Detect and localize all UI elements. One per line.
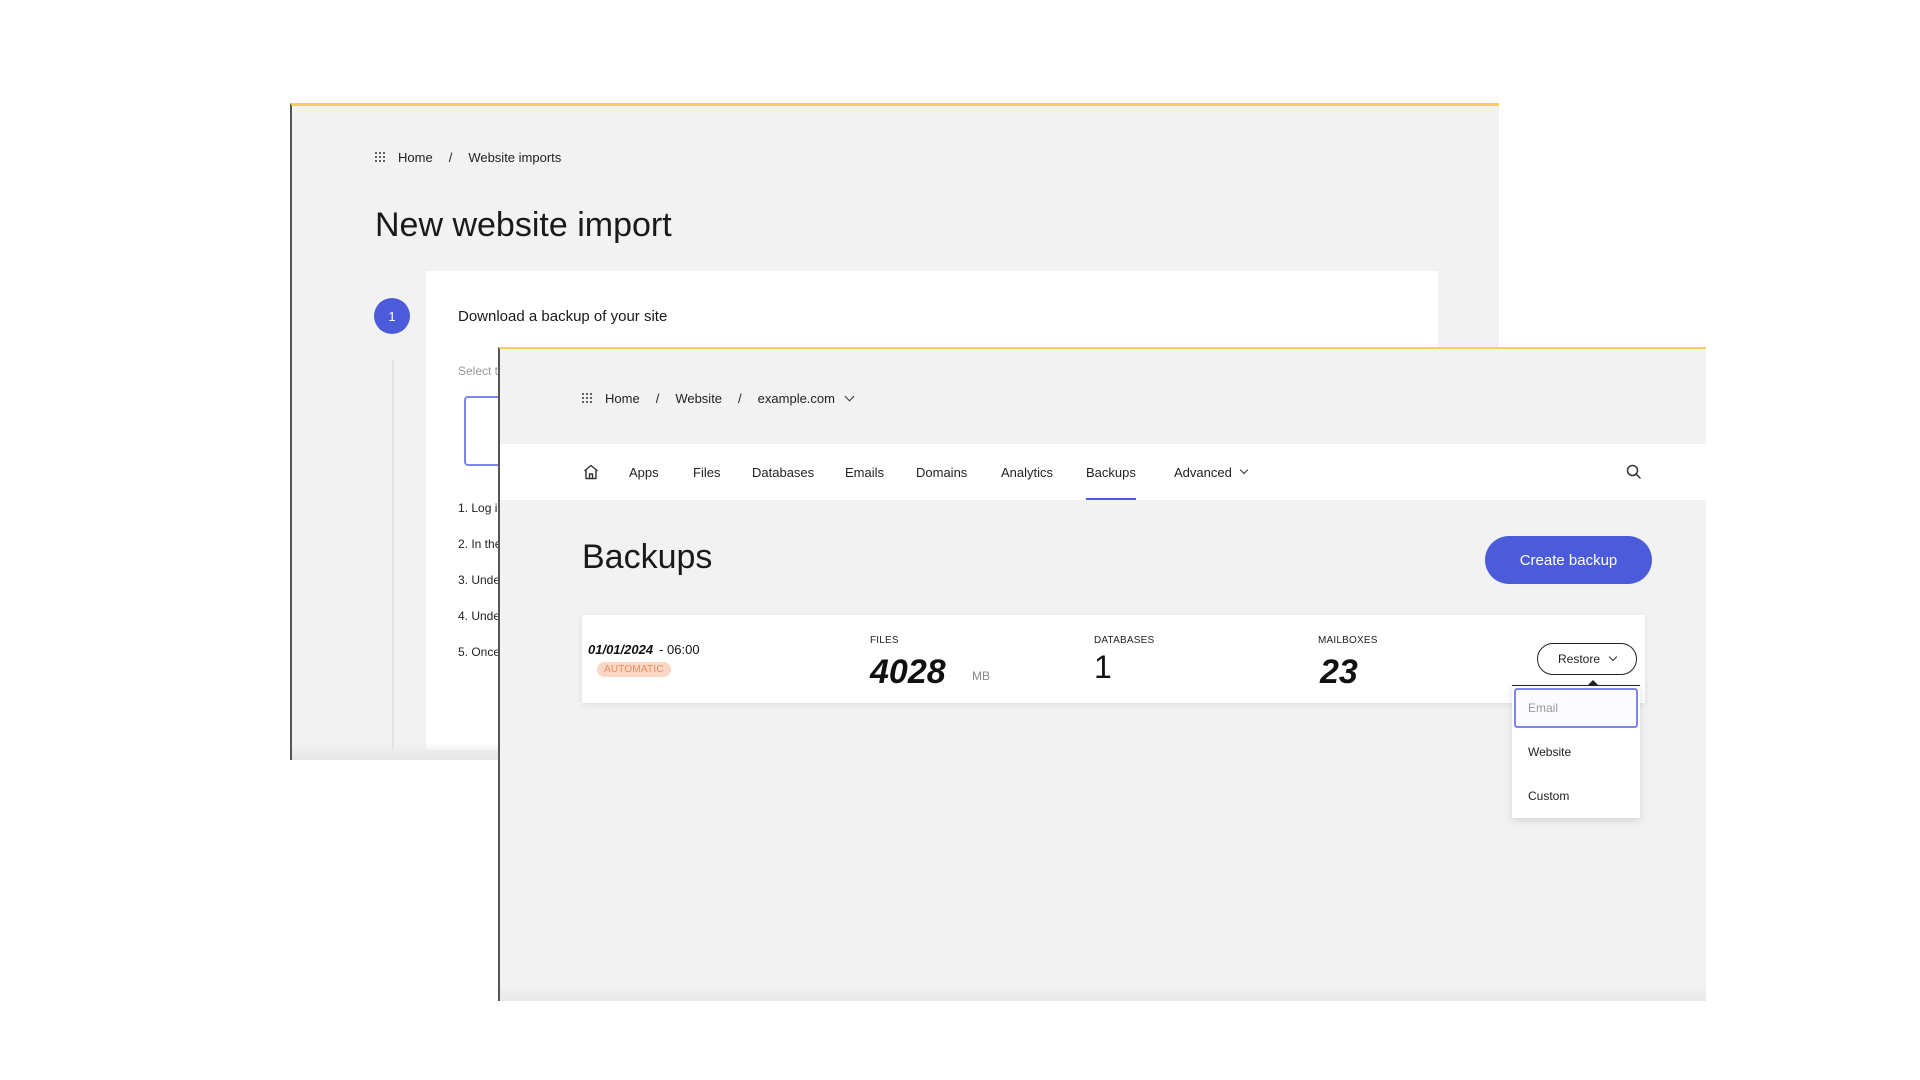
breadcrumb-home[interactable]: Home [398, 150, 433, 165]
mailboxes-value: 23 [1320, 653, 1358, 691]
backup-row: 01/01/2024 - 06:00 AUTOMATIC FILES 4028 M… [582, 615, 1645, 703]
step-number-badge: 1 [374, 298, 410, 334]
nav-files[interactable]: Files [693, 444, 720, 500]
nav-databases[interactable]: Databases [752, 444, 814, 500]
breadcrumb-website-imports[interactable]: Website imports [468, 150, 561, 165]
files-label: FILES [870, 635, 899, 646]
backup-time: - 06:00 [659, 642, 700, 657]
nav-apps[interactable]: Apps [629, 444, 659, 500]
backups-window: Home / Website / example.com Apps Files … [498, 347, 1706, 1001]
create-backup-button[interactable]: Create backup [1485, 536, 1652, 584]
files-unit: MB [972, 669, 990, 683]
restore-button[interactable]: Restore [1537, 643, 1637, 675]
restore-option-custom[interactable]: Custom [1512, 774, 1640, 818]
chevron-down-icon[interactable] [844, 391, 855, 402]
files-value: 4028 [870, 653, 946, 691]
search-icon[interactable] [1625, 463, 1643, 481]
breadcrumb: Home / Website / example.com [582, 391, 855, 406]
databases-value: 1 [1094, 649, 1112, 685]
instruction-item: 5. Once [458, 645, 501, 659]
instruction-item: 2. In the [458, 537, 502, 551]
instructions-list: 1. Log i 2. In the 3. Unde 4. Unde 5. On… [458, 501, 501, 681]
restore-option-website[interactable]: Website [1512, 730, 1640, 774]
restore-option-email[interactable]: Email [1514, 688, 1638, 728]
apps-grid-icon[interactable] [375, 151, 387, 164]
backup-datetime: 01/01/2024 - 06:00 [588, 642, 700, 657]
breadcrumb-home[interactable]: Home [605, 391, 640, 406]
databases-label: DATABASES [1094, 635, 1155, 646]
mailboxes-label: MAILBOXES [1318, 635, 1378, 646]
instruction-item: 1. Log i [458, 501, 498, 515]
chevron-down-icon [1608, 652, 1618, 662]
home-icon[interactable] [582, 463, 600, 481]
step-timeline [392, 360, 394, 750]
nav-backups[interactable]: Backups [1086, 444, 1136, 500]
restore-menu: Email Website Custom [1512, 680, 1640, 818]
breadcrumb: Home / Website imports [375, 150, 561, 165]
main-nav: Apps Files Databases Emails Domains Anal… [500, 444, 1706, 500]
breadcrumb-separator: / [655, 391, 660, 406]
apps-grid-icon[interactable] [582, 392, 594, 405]
instruction-item: 3. Unde [458, 573, 501, 587]
nav-advanced[interactable]: Advanced [1174, 444, 1249, 500]
instruction-item: 4. Unde [458, 609, 501, 623]
breadcrumb-separator: / [448, 150, 453, 165]
breadcrumb-website[interactable]: Website [675, 391, 722, 406]
breadcrumb-separator: / [738, 391, 742, 406]
page-title: Backups [582, 538, 713, 576]
nav-advanced-label: Advanced [1174, 464, 1232, 480]
select-label: Select t [458, 364, 499, 378]
chevron-down-icon [1239, 465, 1249, 475]
nav-domains[interactable]: Domains [916, 444, 967, 500]
status-badge: AUTOMATIC [597, 662, 671, 677]
nav-emails[interactable]: Emails [845, 444, 884, 500]
step-title: Download a backup of your site [458, 308, 668, 325]
page-title: New website import [375, 206, 672, 244]
restore-label: Restore [1557, 652, 1601, 666]
breadcrumb-domain-select[interactable]: example.com [758, 391, 835, 406]
backup-date: 01/01/2024 [588, 642, 654, 657]
nav-analytics[interactable]: Analytics [1001, 444, 1053, 500]
